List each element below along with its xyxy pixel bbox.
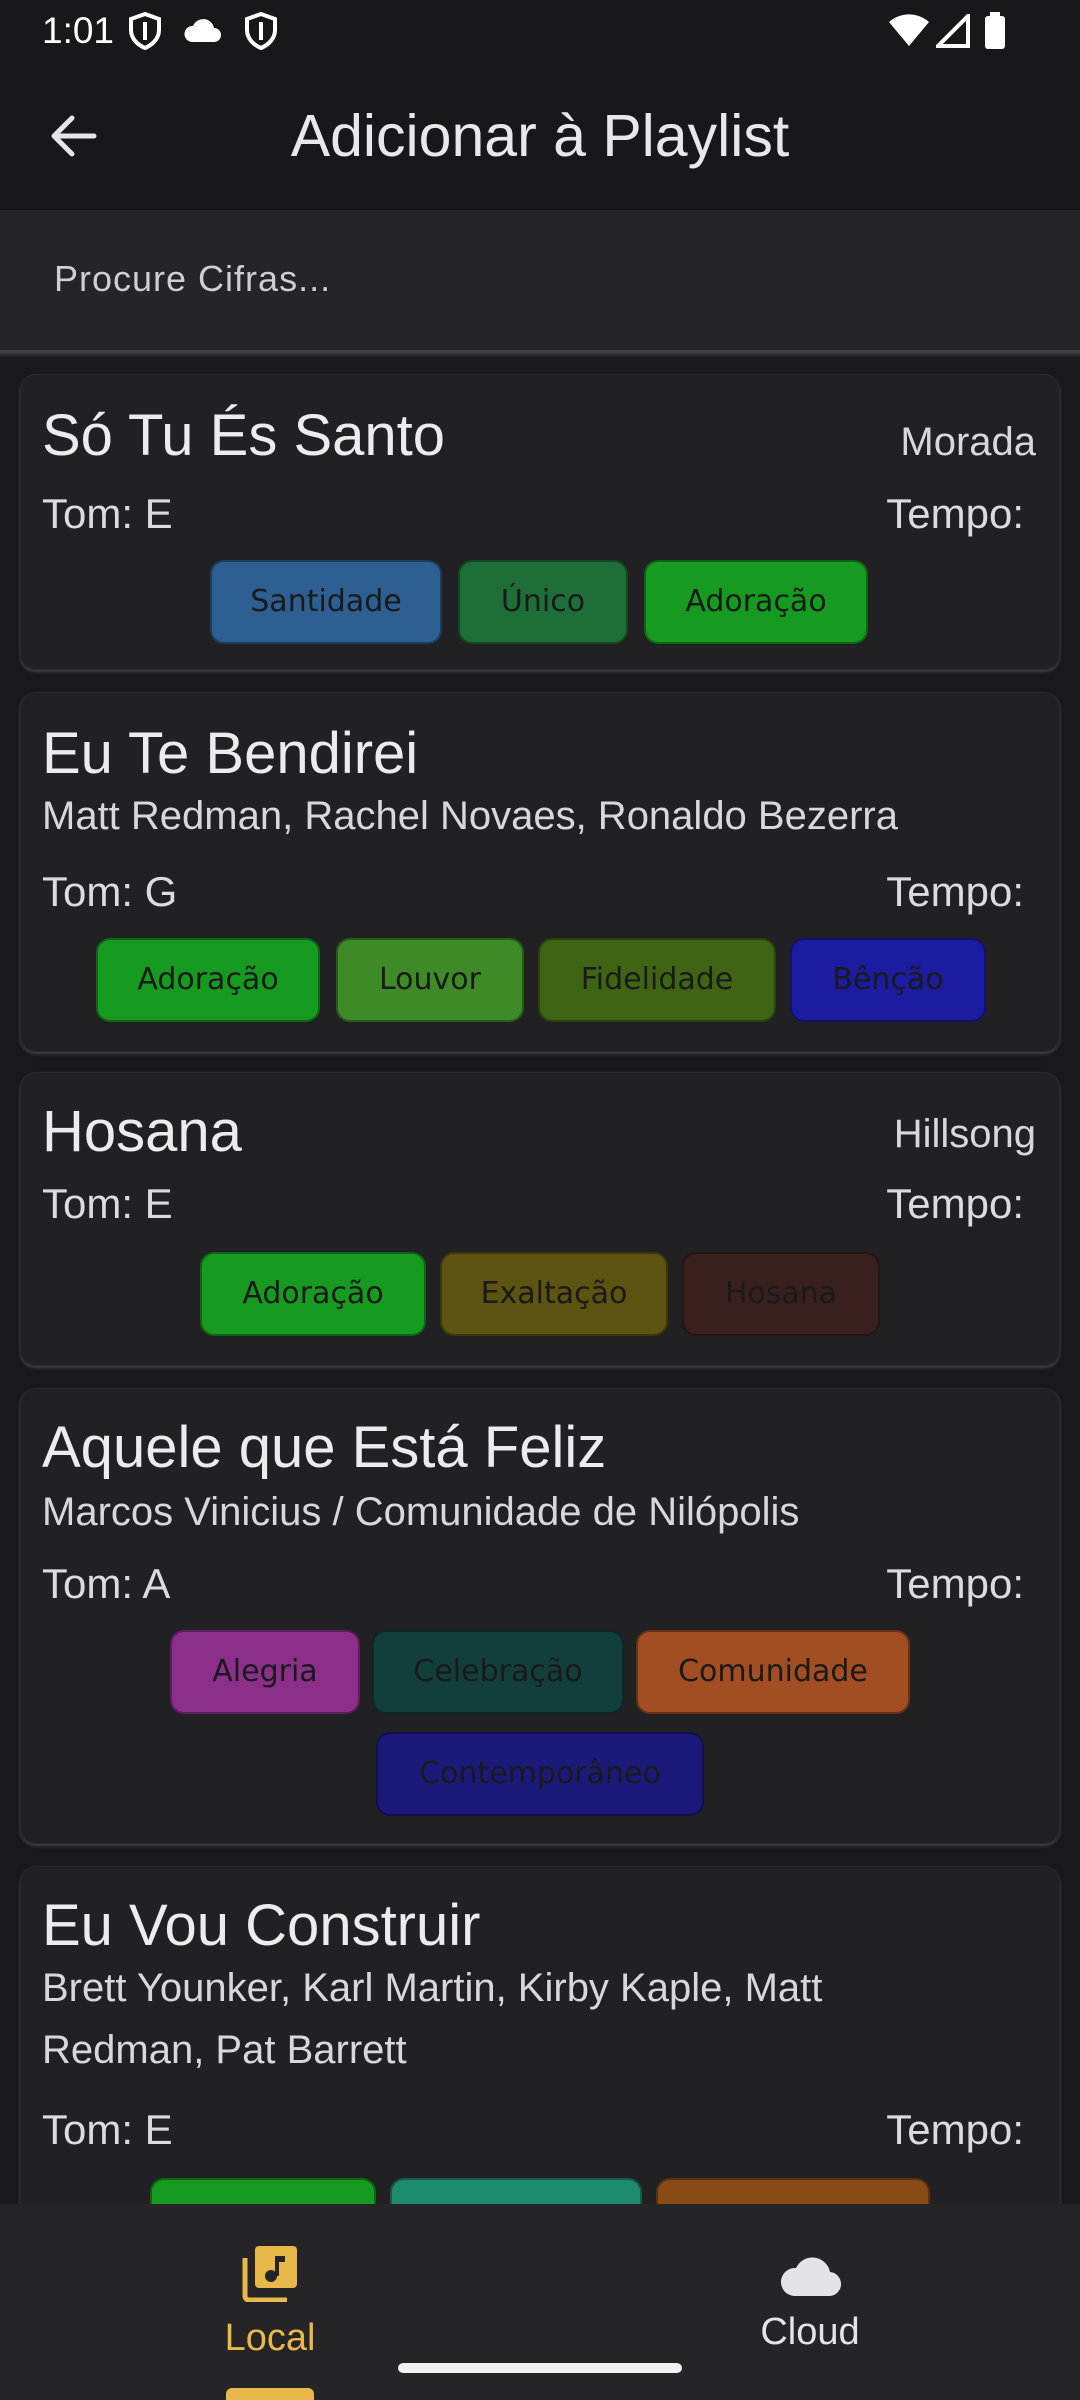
battery-icon (985, 12, 1005, 49)
status-bar: 1:01 (0, 0, 1080, 62)
tag-chip: Adoração (644, 560, 868, 644)
cloud-icon (780, 2257, 842, 2297)
song-title: Aquele que Está Feliz (42, 1415, 607, 1480)
tag-chip: Contemporâneo (376, 1732, 704, 1816)
song-tempo: Tempo: (886, 1560, 1024, 1607)
search-divider (0, 350, 1080, 358)
song-title: Só Tu És Santo (42, 403, 446, 468)
page-title: Adicionar à Playlist (290, 103, 790, 169)
song-artist: Matt Redman, Rachel Novaes, Ronaldo Beze… (42, 794, 898, 838)
tag-chip: Alegria (170, 1630, 360, 1714)
song-tempo: Tempo: (886, 2106, 1024, 2153)
song-card[interactable]: Aquele que Está Feliz Marcos Vinicius / … (20, 1388, 1060, 1844)
cloud-status-icon (184, 19, 221, 42)
song-card[interactable]: Eu Te Bendirei Matt Redman, Rachel Novae… (20, 692, 1060, 1052)
song-title: Eu Te Bendirei (42, 721, 419, 786)
tag-chip: Santidade (210, 560, 442, 644)
status-time: 1:01 (42, 10, 115, 51)
music-library-icon (242, 2246, 297, 2303)
song-key: Tom: E (42, 2106, 173, 2153)
song-card[interactable]: Hosana Hillsong Tom: E Tempo: Adoração E… (20, 1072, 1060, 1366)
song-tempo: Tempo: (886, 868, 1024, 915)
song-title: Hosana (42, 1099, 242, 1164)
song-card[interactable]: Só Tu És Santo Morada Tom: E Tempo: Sant… (20, 374, 1060, 670)
app-bar: Adicionar à Playlist (0, 62, 1080, 210)
search-placeholder: Procure Cifras... (54, 258, 332, 299)
nav-cloud[interactable]: Cloud (660, 2244, 960, 2354)
song-key: Tom: E (42, 490, 173, 537)
song-artist: Marcos Vinicius / Comunidade de Nilópoli… (42, 1490, 800, 1534)
song-artist: Morada (900, 420, 1036, 464)
song-tempo: Tempo: (886, 1180, 1024, 1227)
tag-chip: Comunidade (636, 1630, 910, 1714)
home-indicator[interactable] (398, 2363, 682, 2373)
wifi-icon (889, 14, 929, 46)
tag-chip: Exaltação (440, 1252, 668, 1336)
shield-icon (129, 12, 161, 50)
tag-chip: Louvor (336, 938, 524, 1022)
nav-local-label: Local (224, 2317, 316, 2359)
tag-chip: Hosana (682, 1252, 880, 1336)
tag-chip: Adoração (96, 938, 320, 1022)
song-title: Eu Vou Construir (42, 1893, 481, 1958)
song-artist-cont: Redman, Pat Barrett (42, 2028, 407, 2072)
song-key: Tom: E (42, 1180, 173, 1227)
tag-chip: Bênção (790, 938, 986, 1022)
song-tempo: Tempo: (886, 490, 1024, 537)
signal-icon (936, 14, 970, 48)
active-tab-indicator (226, 2388, 314, 2400)
tag-chip: Fidelidade (538, 938, 776, 1022)
song-artist: Brett Younker, Karl Martin, Kirby Kaple,… (42, 1966, 823, 2010)
song-key: Tom: G (42, 868, 178, 915)
tag-chip: Adoração (200, 1252, 426, 1336)
tag-chip: Único (458, 560, 628, 644)
song-key: Tom: A (42, 1560, 171, 1607)
tag-chip: Celebração (372, 1630, 624, 1714)
song-artist: Hillsong (893, 1112, 1036, 1156)
search-input[interactable]: Procure Cifras... (0, 210, 1080, 350)
nav-local[interactable]: Local (120, 2244, 420, 2360)
shield-icon-2 (245, 12, 277, 50)
nav-cloud-label: Cloud (760, 2311, 860, 2353)
